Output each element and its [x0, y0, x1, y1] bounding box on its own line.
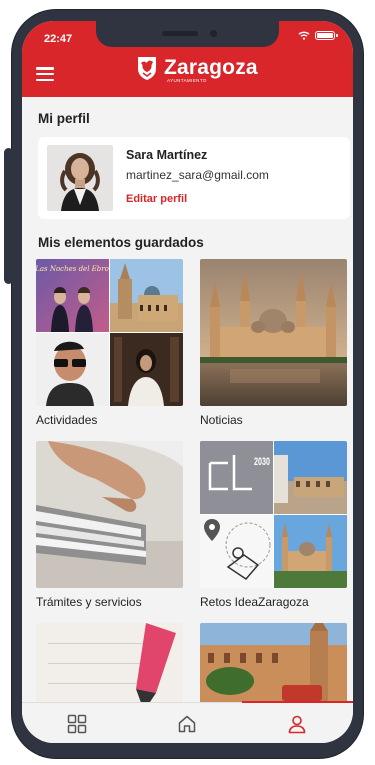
brand-logo: Zaragoza AYUNTAMIENTO — [136, 55, 258, 83]
brand-subtitle: AYUNTAMIENTO — [167, 78, 207, 83]
saved-item-label: Actividades — [36, 413, 98, 427]
actividades-image: Las Noches del Ebro — [36, 259, 183, 406]
brand-name: Zaragoza — [164, 56, 258, 79]
retos-image: 2030 — [200, 441, 347, 588]
phone-side-button — [4, 148, 13, 284]
app-screen: 22:47 Zaragoza AYUNTAMIENTO Mi perfil Sa… — [22, 21, 353, 743]
tab-categories[interactable] — [22, 703, 132, 743]
partial-image-1 — [36, 623, 183, 702]
avatar — [47, 145, 113, 211]
saved-item-label: Noticias — [200, 413, 243, 427]
saved-item-label: Trámites y servicios — [36, 595, 142, 609]
noticias-image — [200, 259, 347, 406]
main-content: Mi perfil Sara Martínez martinez_sara@gm… — [22, 97, 353, 702]
bottom-tab-bar — [22, 701, 353, 743]
battery-icon — [315, 31, 338, 40]
home-icon — [178, 715, 196, 732]
user-icon — [288, 715, 306, 733]
profile-card: Sara Martínez martinez_sara@gmail.com Ed… — [38, 137, 350, 219]
partial-image-2 — [200, 623, 347, 702]
grid-icon — [67, 714, 87, 733]
status-time: 22:47 — [44, 33, 73, 45]
tab-home[interactable] — [132, 703, 242, 743]
wifi-icon — [298, 31, 310, 40]
retos-year: 2030 — [254, 456, 270, 468]
tramites-image — [36, 441, 183, 588]
crest-icon — [138, 57, 156, 80]
profile-email: martinez_sara@gmail.com — [126, 168, 269, 182]
status-icons — [298, 31, 338, 40]
saved-item-label: Retos IdeaZaragoza — [200, 595, 309, 609]
profile-section-title: Mi perfil — [38, 111, 90, 126]
edit-profile-link[interactable]: Editar perfil — [126, 193, 187, 205]
profile-name: Sara Martínez — [126, 148, 208, 162]
tab-profile[interactable] — [242, 703, 352, 743]
phone-notch — [96, 21, 279, 47]
saved-section-title: Mis elementos guardados — [38, 235, 204, 250]
poster-title: Las Noches del Ebro — [36, 265, 109, 273]
menu-button[interactable] — [36, 67, 54, 81]
